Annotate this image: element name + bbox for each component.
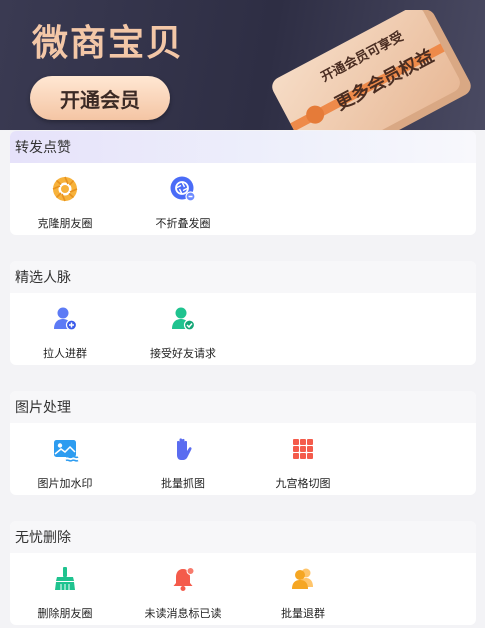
clone-moments-item[interactable]: 克隆朋友圈 — [10, 175, 120, 231]
accept-user-icon — [169, 305, 197, 333]
section-title: 无忧删除 — [10, 521, 476, 553]
delete-moments-item[interactable]: 删除朋友圈 — [10, 565, 120, 621]
item-label: 克隆朋友圈 — [37, 217, 93, 230]
hand-grab-icon — [169, 435, 197, 463]
item-label: 九宫格切图 — [275, 477, 331, 490]
item-label: 批量退群 — [281, 607, 325, 620]
vip-banner[interactable]: 微商宝贝 开通会员 开通会员可享受 更多会员权益 — [0, 0, 485, 130]
bell-icon — [169, 565, 197, 593]
section-title: 转发点赞 — [10, 131, 476, 163]
image-watermark-icon — [51, 435, 79, 463]
banner-title: 微商宝贝 — [32, 23, 185, 64]
section-contacts: 精选人脉 拉人进群 接受好友请求 — [10, 261, 476, 365]
image-watermark-item[interactable]: 图片加水印 — [10, 435, 120, 491]
item-label: 接受好友请求 — [150, 347, 216, 360]
add-user-icon — [51, 305, 79, 333]
no-fold-post-item[interactable]: 不折叠发圈 — [128, 175, 238, 231]
item-label: 批量抓图 — [161, 477, 205, 490]
grid-nine-icon — [289, 435, 317, 463]
camera-lens-icon — [169, 175, 197, 203]
item-label: 不折叠发圈 — [155, 217, 211, 230]
item-label: 删除朋友圈 — [37, 607, 93, 620]
aperture-icon — [51, 175, 79, 203]
section-title: 精选人脉 — [10, 261, 476, 293]
open-membership-button[interactable]: 开通会员 — [30, 76, 170, 120]
item-label: 拉人进群 — [43, 347, 87, 360]
item-label: 未读消息标已读 — [144, 607, 222, 620]
mark-unread-read-item[interactable]: 未读消息标已读 — [128, 565, 238, 621]
broom-icon — [51, 565, 79, 593]
nine-grid-cut-item[interactable]: 九宫格切图 — [248, 435, 358, 491]
batch-exit-group-item[interactable]: 批量退群 — [248, 565, 358, 621]
section-title: 图片处理 — [10, 391, 476, 423]
item-label: 图片加水印 — [37, 477, 93, 490]
section-forward-like: 转发点赞 克隆朋友圈 不折叠发圈 — [10, 131, 476, 235]
group-exit-icon — [289, 565, 317, 593]
batch-grab-image-item[interactable]: 批量抓图 — [128, 435, 238, 491]
pull-into-group-item[interactable]: 拉人进群 — [10, 305, 120, 361]
section-worry-free-delete: 无忧删除 删除朋友圈 未读消息标已读 批量退群 — [10, 521, 476, 625]
accept-friend-request-item[interactable]: 接受好友请求 — [128, 305, 238, 361]
section-image-processing: 图片处理 图片加水印 批量抓图 九宫格切图 — [10, 391, 476, 495]
